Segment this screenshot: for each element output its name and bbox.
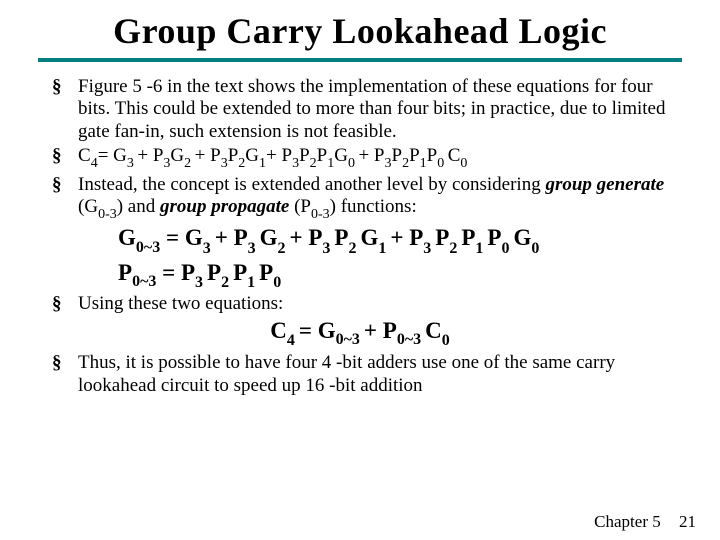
bullet-list: Figure 5 -6 in the text shows the implem… [38, 76, 682, 222]
bullet-4: Using these two equations: [52, 293, 682, 315]
equation-p03: P0~3 = P3 P2 P1 P0 [38, 259, 682, 292]
bullet-list-3: Thus, it is possible to have four 4 -bit… [38, 352, 682, 397]
bullet-5: Thus, it is possible to have four 4 -bit… [52, 352, 682, 397]
slide-footer: Chapter 5 21 [594, 512, 696, 532]
bullet-list-2: Using these two equations: [38, 293, 682, 315]
equation-c4: C4 = G0~3 + P0~3 C0 [38, 318, 682, 349]
page-number: 21 [679, 512, 696, 531]
bullet-1: Figure 5 -6 in the text shows the implem… [52, 76, 682, 143]
slide-title: Group Carry Lookahead Logic [38, 10, 682, 52]
bullet-2: C4= G3 + P3G2 + P3P2G1+ P3P2P1G0 + P3P2P… [52, 145, 682, 171]
chapter-label: Chapter 5 [594, 512, 661, 531]
title-rule [38, 58, 682, 62]
bullet-3: Instead, the concept is extended another… [52, 174, 682, 223]
equation-g03: G0~3 = G3 + P3 G2 + P3 P2 G1 + P3 P2 P1 … [38, 224, 682, 257]
